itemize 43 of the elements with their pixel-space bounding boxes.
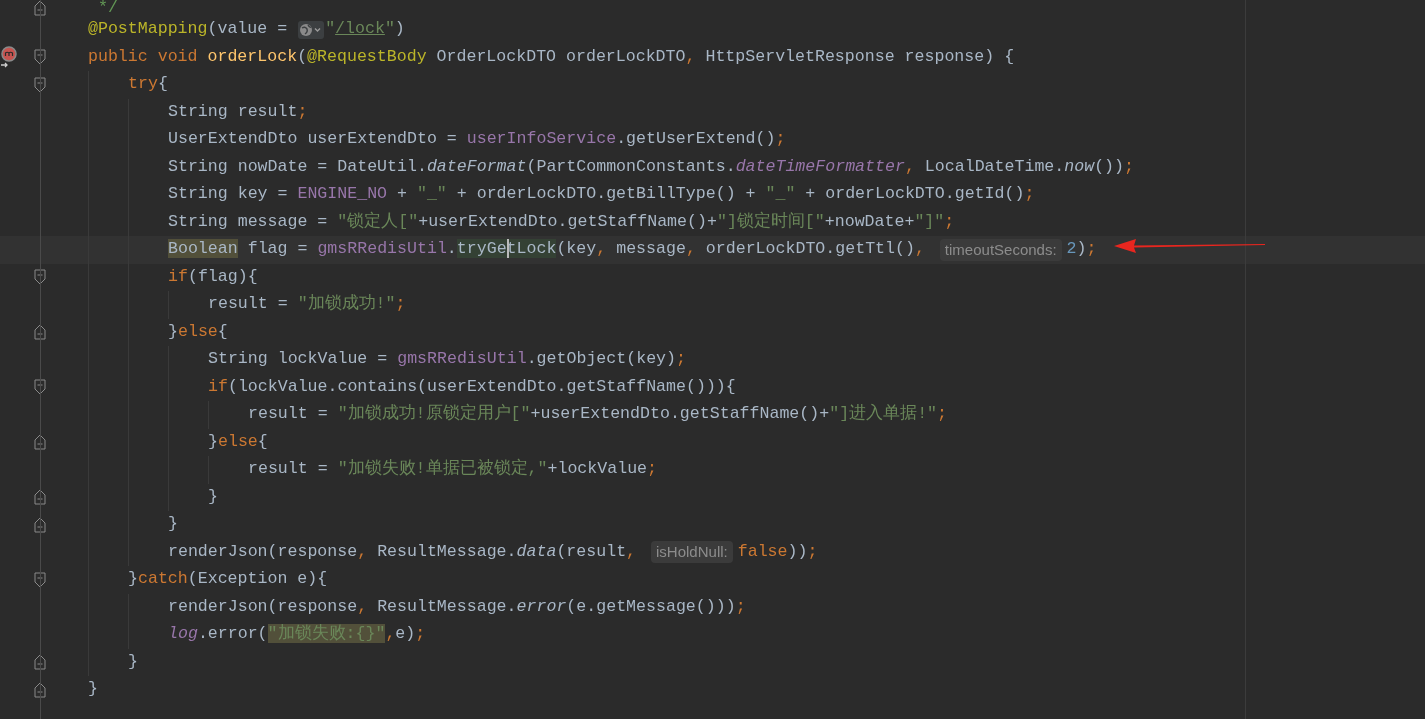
fold-marker[interactable] [34, 489, 46, 506]
code-text: public void orderLock(@RequestBody OrderLockDTO orderLockDTO, HttpServletResponse response) { [88, 45, 1015, 68]
code-text: if(lockValue.contains(userExtendDto.getStaffName())){ [208, 375, 736, 398]
fold-marker[interactable] [34, 516, 46, 533]
code-text: } [168, 513, 178, 536]
method-icon[interactable] [0, 46, 18, 69]
code-text: result = "加锁失败!单据已被锁定,"+lockValue; [248, 457, 658, 481]
code-text: String result; [168, 100, 308, 123]
code-text: @PostMapping(value = [88, 18, 289, 41]
fold-marker[interactable] [34, 681, 46, 698]
code-text: String lockValue = gmsRRedisUtil.getObject(key); [208, 348, 686, 371]
code-text: result = "加锁成功!原锁定用户["+userExtendDto.getStaffName()+"]进入单据!"; [248, 402, 948, 426]
code-text: false)); [737, 540, 818, 563]
fold-marker[interactable] [34, 571, 46, 588]
parameter-hint: isHoldNull: [651, 541, 733, 564]
globe-icon[interactable] [298, 20, 325, 39]
code-text: String nowDate = DateUtil.dateFormat(PartCommonConstants.dateTimeFormatter, LocalDateTime.now()); [168, 155, 1134, 178]
code-text: } [208, 485, 218, 508]
fold-marker[interactable] [34, 434, 46, 451]
code-text: try{ [128, 73, 168, 96]
code-text: String message = "锁定人["+userExtendDto.getStaffName()+"]锁定时间["+nowDate+"]"; [168, 210, 955, 233]
code-text: } [128, 650, 138, 673]
code-text: result = "加锁成功!"; [208, 293, 406, 316]
code-text: }catch(Exception e){ [128, 568, 328, 591]
code-text: }else{ [168, 320, 228, 343]
code-text: 2); [1066, 238, 1097, 261]
code-text: renderJson(response, ResultMessage.error(e.getMessage())); [168, 595, 746, 618]
fold-marker[interactable] [34, 654, 46, 671]
fold-marker[interactable] [34, 379, 46, 396]
code-text: String key = ENGINE_NO + "_" + orderLockDTO.getBillType() + "_" + orderLockDTO.getId(); [168, 183, 1035, 206]
code-text: if(flag){ [168, 265, 258, 288]
fold-marker[interactable] [34, 324, 46, 341]
fold-marker[interactable] [34, 49, 46, 66]
parameter-hint: timeoutSeconds: [939, 238, 1062, 261]
fold-marker[interactable] [34, 0, 46, 16]
code-text: }else{ [208, 430, 268, 453]
code-text: renderJson(response, ResultMessage.data(result, [168, 540, 638, 563]
code-text: "/lock") [325, 18, 405, 41]
fold-marker[interactable] [34, 269, 46, 286]
code-text: } [88, 678, 98, 701]
fold-marker[interactable] [34, 76, 46, 93]
code-text: UserExtendDto userExtendDto = userInfoService.getUserExtend(); [168, 128, 786, 151]
code-text: */ [96, 0, 118, 16]
